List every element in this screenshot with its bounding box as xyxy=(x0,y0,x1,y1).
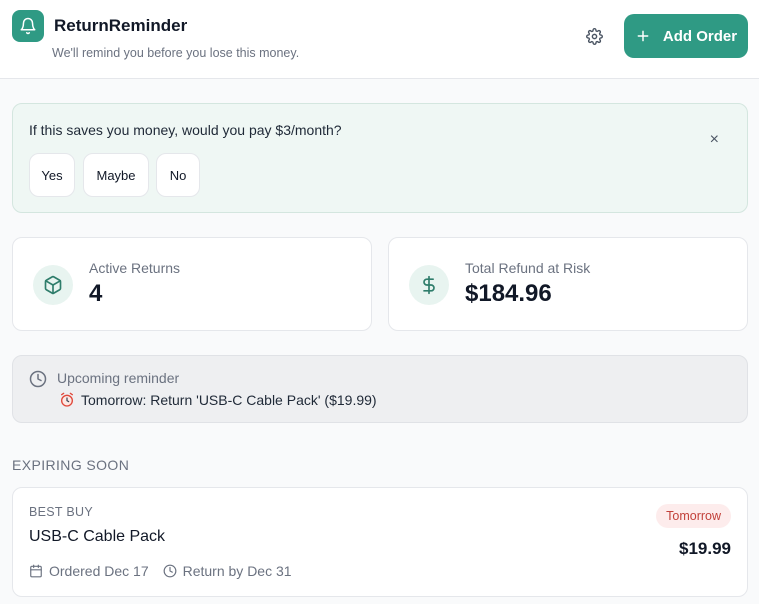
survey-maybe-button[interactable]: Maybe xyxy=(83,153,149,197)
plus-icon xyxy=(637,30,649,42)
bell-icon xyxy=(12,10,44,42)
survey-yes-button[interactable]: Yes xyxy=(29,153,75,197)
order-card[interactable]: BEST BUY USB-C Cable Pack Ordered Dec 17… xyxy=(12,487,748,597)
reminder-title: Upcoming reminder xyxy=(57,370,180,386)
app-title: ReturnReminder xyxy=(54,16,188,35)
ordered-date-text: Ordered Dec 17 xyxy=(49,563,149,579)
box-icon xyxy=(33,265,73,305)
stat-value: 4 xyxy=(89,280,103,307)
stat-label: Total Refund at Risk xyxy=(465,260,591,276)
reminder-line: Tomorrow: Return 'USB-C Cable Pack' ($19… xyxy=(59,392,377,408)
gear-icon xyxy=(585,27,603,45)
clock-icon xyxy=(29,370,47,388)
add-order-button[interactable]: Add Order xyxy=(624,14,748,58)
order-meta: Ordered Dec 17 Return by Dec 31 xyxy=(29,563,306,579)
dollar-icon xyxy=(409,265,449,305)
upcoming-reminder: Upcoming reminder Tomorrow: Return 'USB-… xyxy=(12,355,748,423)
refund-at-risk-card: Total Refund at Risk $184.96 xyxy=(388,237,748,331)
survey-no-button[interactable]: No xyxy=(156,153,200,197)
app-header: ReturnReminder We'll remind you before y… xyxy=(0,0,759,79)
expiry-badge: Tomorrow xyxy=(656,504,731,528)
order-store: BEST BUY xyxy=(29,505,93,519)
app-subtitle: We'll remind you before you lose this mo… xyxy=(52,46,300,60)
settings-button[interactable] xyxy=(582,24,606,48)
return-by-date: Return by Dec 31 xyxy=(163,563,292,579)
alarm-clock-icon xyxy=(61,392,73,407)
order-name: USB-C Cable Pack xyxy=(29,528,166,545)
active-returns-card: Active Returns 4 xyxy=(12,237,372,331)
calendar-icon xyxy=(30,564,42,578)
stat-value: $184.96 xyxy=(465,280,552,307)
main-content: If this saves you money, would you pay $… xyxy=(0,79,759,604)
return-by-text: Return by Dec 31 xyxy=(182,563,292,579)
reminder-text: Tomorrow: Return 'USB-C Cable Pack' ($19… xyxy=(81,392,377,408)
close-icon[interactable]: × xyxy=(710,132,719,148)
clock-icon xyxy=(163,564,177,578)
stat-label: Active Returns xyxy=(89,260,181,276)
add-order-label: Add Order xyxy=(662,27,738,45)
survey-question: If this saves you money, would you pay $… xyxy=(29,122,342,138)
order-price: $19.99 xyxy=(679,539,731,558)
pricing-survey: If this saves you money, would you pay $… xyxy=(12,103,748,213)
ordered-date: Ordered Dec 17 xyxy=(29,563,149,579)
section-title: EXPIRING SOON xyxy=(12,457,130,473)
